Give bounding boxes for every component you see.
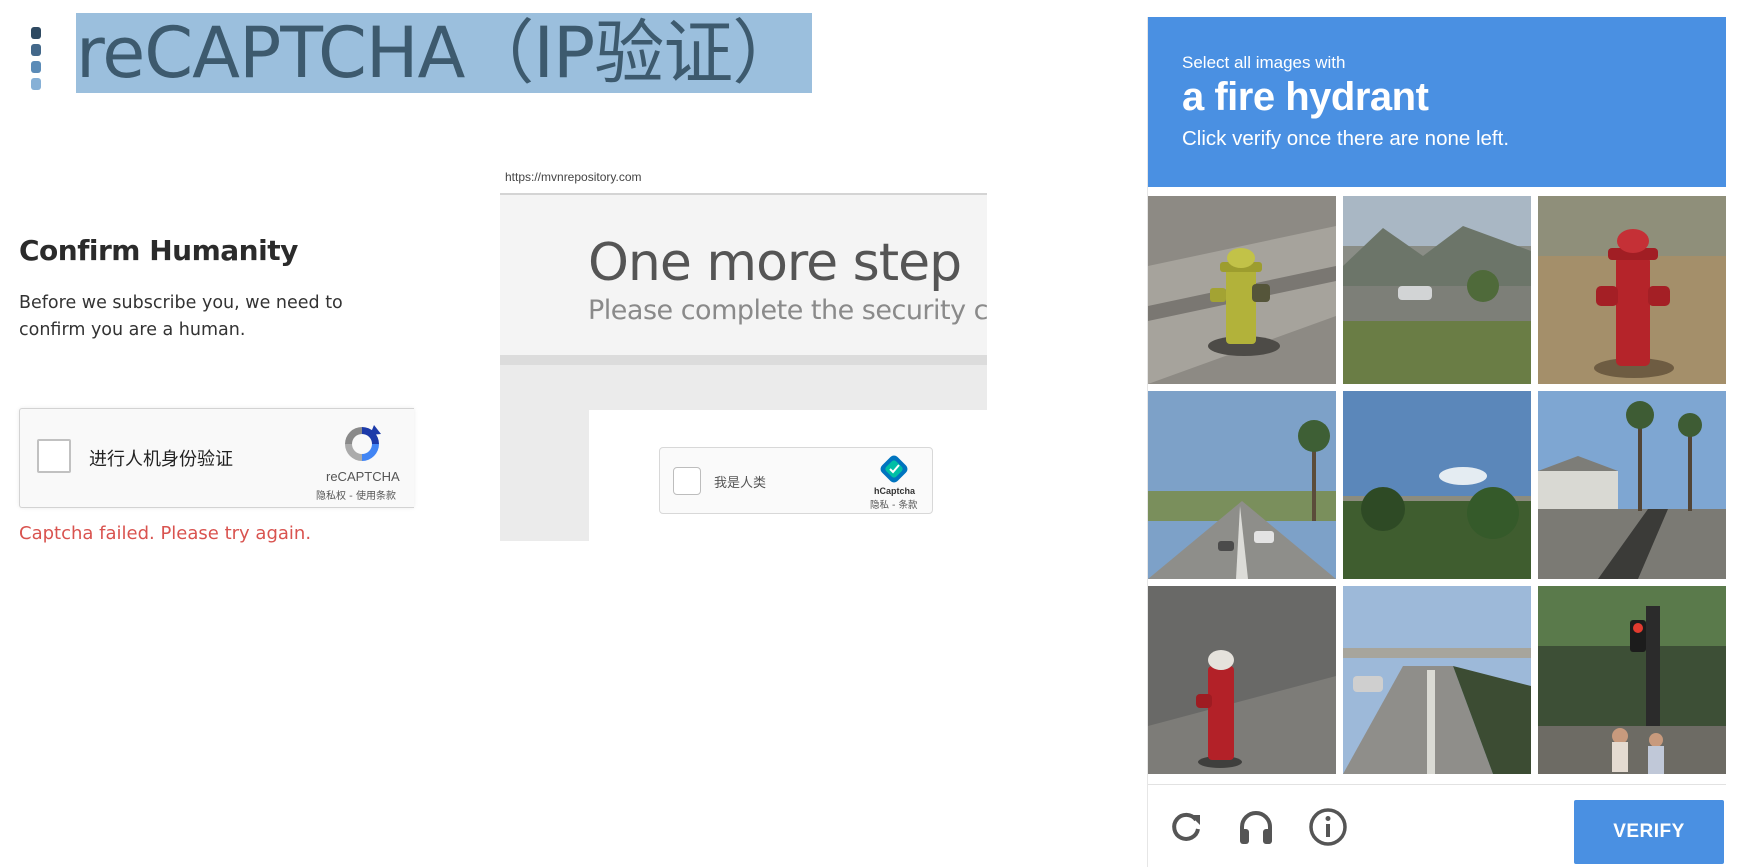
recaptcha-widget: 进行人机身份验证 reCAPTCHA 隐私权 - 使用条款 xyxy=(19,408,414,508)
recaptcha-logo-icon xyxy=(345,425,381,461)
highway-overpass-image xyxy=(1343,586,1531,774)
reload-icon[interactable] xyxy=(1164,805,1208,849)
hcaptcha-widget: 我是人类 hCaptcha 隐私 - 条款 xyxy=(659,447,933,514)
image-tile[interactable] xyxy=(1343,196,1531,384)
hcaptcha-terms-link[interactable]: 隐私 - 条款 xyxy=(870,497,917,511)
recaptcha-terms-link[interactable]: 隐私权 - 使用条款 xyxy=(316,487,396,502)
challenge-prompt-small: Select all images with xyxy=(1182,53,1346,72)
info-icon[interactable] xyxy=(1306,805,1350,849)
image-tile[interactable] xyxy=(1343,586,1531,774)
hcaptcha-logo-icon xyxy=(880,455,908,483)
hcaptcha-card: 我是人类 hCaptcha 隐私 - 条款 xyxy=(589,410,987,541)
fire-hydrant-yellow-image xyxy=(1148,196,1336,384)
hcaptcha-page-screenshot: https://mvnrepository.com One more step … xyxy=(500,165,987,541)
parking-lot-image xyxy=(1343,196,1531,384)
security-check-banner: One more step Please complete the securi… xyxy=(500,195,987,355)
address-bar[interactable]: https://mvnrepository.com xyxy=(500,165,987,195)
recaptcha-checkbox[interactable] xyxy=(37,439,71,473)
image-tile[interactable] xyxy=(1538,391,1726,579)
security-check-subheading: Please complete the security check xyxy=(588,295,987,326)
recaptcha-brand: reCAPTCHA xyxy=(326,469,400,484)
slide-title-banner: reCAPTCHA（IP验证） xyxy=(76,13,812,93)
image-tile[interactable] xyxy=(1343,391,1531,579)
traffic-light-pedestrians-image xyxy=(1538,586,1726,774)
verify-button[interactable]: VERIFY xyxy=(1574,800,1724,864)
hcaptcha-checkbox-label: 我是人类 xyxy=(714,476,767,491)
headphones-icon[interactable] xyxy=(1234,805,1278,849)
fire-hydrant-red-image xyxy=(1538,196,1726,384)
image-tile[interactable] xyxy=(1538,196,1726,384)
confirm-description: Before we subscribe you, we need to conf… xyxy=(19,293,343,340)
fire-hydrant-red-pavement-image xyxy=(1148,586,1336,774)
captcha-error-message: Captcha failed. Please try again. xyxy=(19,523,312,544)
street-palm-trees-image xyxy=(1148,391,1336,579)
image-tile[interactable] xyxy=(1538,586,1726,774)
slide-title: reCAPTCHA（IP验证） xyxy=(76,12,802,94)
challenge-target-object: a fire hydrant xyxy=(1182,75,1429,119)
image-tile[interactable] xyxy=(1148,196,1336,384)
hcaptcha-brand: hCaptcha xyxy=(874,486,916,496)
building-palm-trees-image xyxy=(1538,391,1726,579)
recaptcha-checkbox-label: 进行人机身份验证 xyxy=(89,449,233,470)
trees-overpass-image xyxy=(1343,391,1531,579)
confirm-heading: Confirm Humanity xyxy=(19,234,298,267)
challenge-instruction: Click verify once there are none left. xyxy=(1182,127,1510,150)
one-more-step-heading: One more step xyxy=(588,233,962,293)
address-bar-url: https://mvnrepository.com xyxy=(505,170,642,184)
divider xyxy=(500,355,987,365)
challenge-image-grid xyxy=(1148,196,1726,774)
challenge-footer: VERIFY xyxy=(1148,784,1726,868)
image-tile[interactable] xyxy=(1148,586,1336,774)
image-tile[interactable] xyxy=(1148,391,1336,579)
title-decoration-icon xyxy=(30,25,42,95)
image-challenge-dialog: Select all images with a fire hydrant Cl… xyxy=(1147,17,1726,867)
hcaptcha-checkbox[interactable] xyxy=(673,467,701,495)
challenge-header: Select all images with a fire hydrant Cl… xyxy=(1148,17,1726,187)
